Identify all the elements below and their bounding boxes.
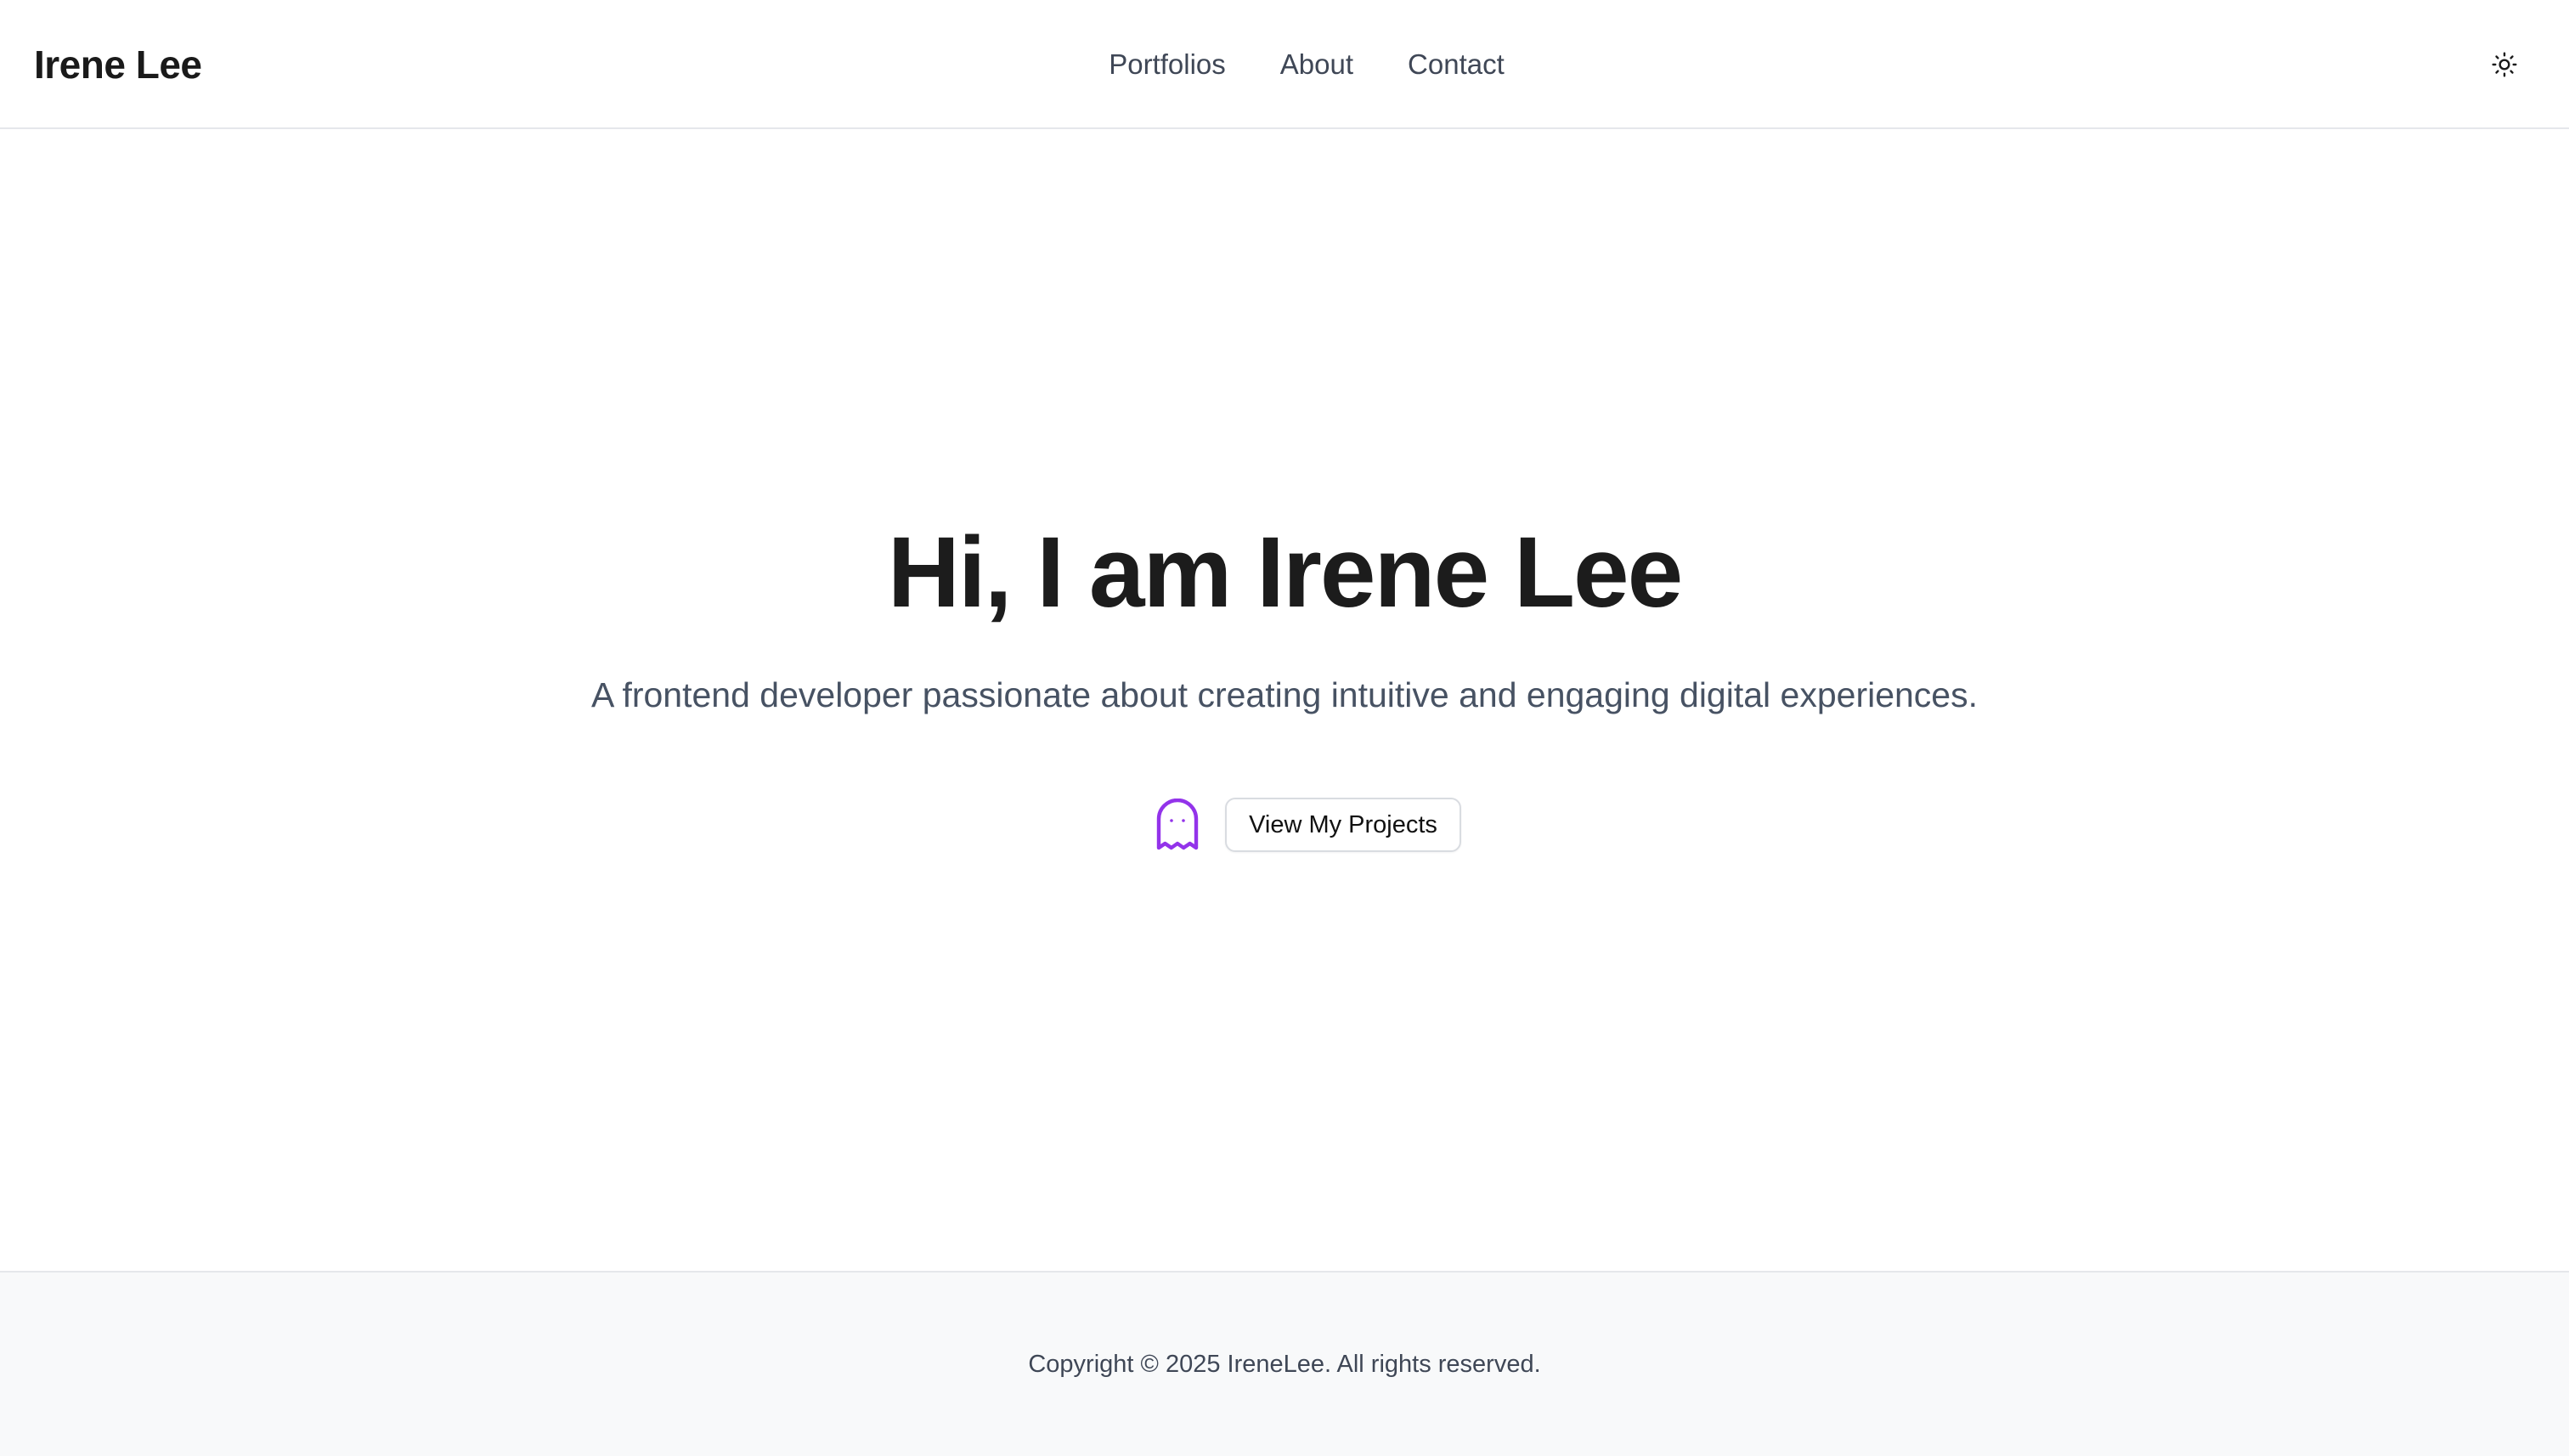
sun-icon bbox=[2492, 52, 2517, 77]
view-projects-button[interactable]: View My Projects bbox=[1225, 798, 1461, 852]
cta-row: View My Projects bbox=[0, 797, 2569, 853]
hero-subtitle: A frontend developer passionate about cr… bbox=[590, 675, 1979, 714]
copyright-text: Copyright © 2025 IreneLee. All rights re… bbox=[1028, 1351, 1541, 1378]
page: Irene Lee Portfolios About Contact Hi, I… bbox=[0, 0, 2569, 1456]
hero-section: Hi, I am Irene Lee A frontend developer … bbox=[0, 129, 2569, 1271]
nav-item-portfolios[interactable]: Portfolios bbox=[1109, 48, 1226, 81]
site-footer: Copyright © 2025 IreneLee. All rights re… bbox=[0, 1271, 2569, 1456]
theme-toggle-button[interactable] bbox=[2487, 48, 2521, 82]
main-nav: Portfolios About Contact bbox=[0, 0, 2569, 129]
nav-item-contact[interactable]: Contact bbox=[1408, 48, 1505, 81]
hero-title: Hi, I am Irene Lee bbox=[887, 516, 1684, 629]
ghost-icon bbox=[1154, 797, 1201, 853]
site-header: Irene Lee Portfolios About Contact bbox=[0, 0, 2569, 129]
nav-item-about[interactable]: About bbox=[1280, 48, 1353, 81]
